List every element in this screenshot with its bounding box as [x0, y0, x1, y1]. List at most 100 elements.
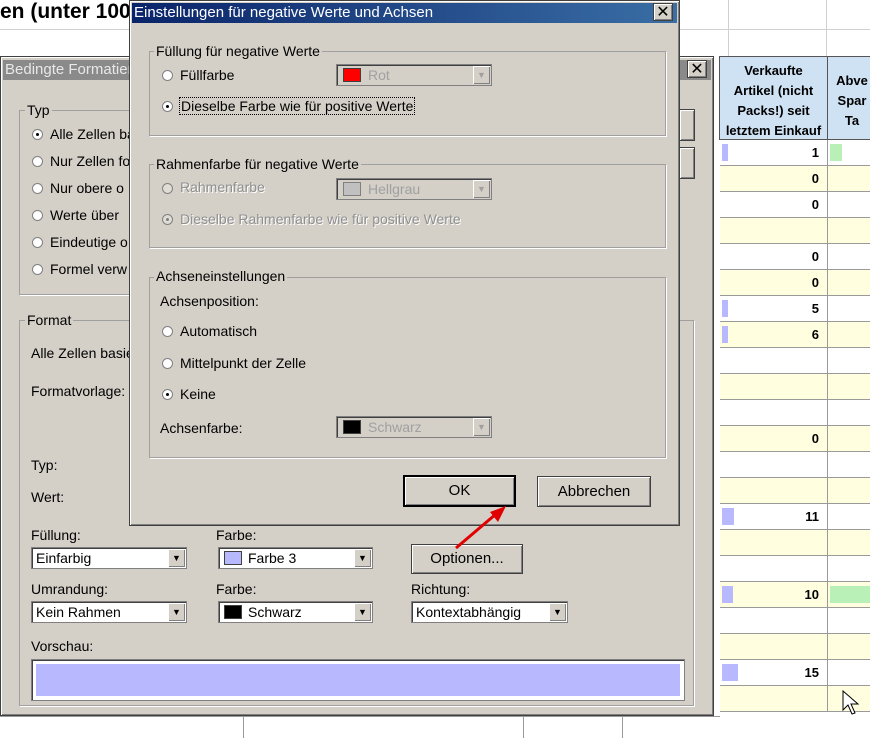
sheet-cell[interactable]: [828, 296, 870, 322]
data-bar: [722, 586, 733, 603]
chevron-down-icon[interactable]: ▼: [473, 66, 490, 84]
sheet-cell[interactable]: 0: [720, 192, 828, 218]
sheet-cell[interactable]: [828, 530, 870, 556]
type-group-label: Typ: [25, 102, 52, 118]
fill-color-select[interactable]: Rot ▼: [336, 64, 492, 86]
sheet-cell[interactable]: [720, 400, 828, 426]
chevron-down-icon[interactable]: ▼: [354, 603, 371, 621]
cell-value: 0: [811, 197, 819, 212]
axis-color-select[interactable]: Schwarz ▼: [336, 416, 492, 438]
header-line: letztem Einkauf: [725, 123, 822, 138]
data-bar: [830, 586, 870, 603]
type-radio-all-cells[interactable]: [32, 129, 43, 140]
umrandung-select[interactable]: Kein Rahmen ▼: [31, 601, 187, 623]
same-border-color-radio[interactable]: [162, 214, 173, 225]
sheet-cell[interactable]: [828, 322, 870, 348]
sheet-cell[interactable]: [828, 400, 870, 426]
vorschau-label: Vorschau:: [31, 638, 94, 654]
chevron-down-icon[interactable]: ▼: [473, 180, 490, 198]
sheet-cell[interactable]: [828, 634, 870, 660]
sheet-cell[interactable]: [828, 660, 870, 686]
header-line: Verkaufte: [744, 63, 803, 78]
chevron-down-icon[interactable]: ▼: [549, 603, 566, 621]
richtung-select[interactable]: Kontextabhängig ▼: [411, 601, 568, 623]
farbe2-select[interactable]: Schwarz ▼: [218, 601, 373, 623]
axis-midpoint-radio[interactable]: [162, 358, 173, 369]
sheet-cell[interactable]: [828, 504, 870, 530]
sheet-cell[interactable]: [828, 452, 870, 478]
chevron-down-icon[interactable]: ▼: [168, 549, 185, 567]
fuellung-select[interactable]: Einfarbig ▼: [31, 547, 187, 569]
sheet-cell[interactable]: 0: [720, 166, 828, 192]
close-icon[interactable]: ✕: [687, 60, 707, 78]
type-radio-formula[interactable]: [32, 264, 43, 275]
format-description: Alle Zellen basie: [31, 345, 134, 361]
sheet-cell[interactable]: [828, 426, 870, 452]
sheet-cell[interactable]: [720, 348, 828, 374]
format-group-label: Format: [25, 312, 74, 328]
sheet-cell[interactable]: 0: [720, 426, 828, 452]
sheet-cell[interactable]: [828, 166, 870, 192]
fill-color-value: Rot: [368, 67, 390, 83]
sheet-cell[interactable]: [720, 530, 828, 556]
axis-none-radio[interactable]: [162, 389, 173, 400]
sheet-cell[interactable]: 6: [720, 322, 828, 348]
sheet-cell[interactable]: [720, 478, 828, 504]
border-color-radio[interactable]: [162, 183, 173, 194]
sheet-cell[interactable]: 0: [720, 244, 828, 270]
type-radio-top[interactable]: [32, 183, 43, 194]
axis-midpoint-label: Mittelpunkt der Zelle: [180, 355, 307, 371]
negative-values-axis-dialog: Einstellungen für negative Werte und Ach…: [129, 0, 680, 526]
farbe1-select[interactable]: Farbe 3 ▼: [218, 547, 373, 569]
fuellung-label: Füllung:: [31, 527, 81, 543]
sheet-cell[interactable]: [828, 140, 870, 166]
sheet-cell[interactable]: 10: [720, 582, 828, 608]
type-radio-unique[interactable]: [32, 237, 43, 248]
sheet-cell[interactable]: [720, 452, 828, 478]
sheet-cell[interactable]: [828, 582, 870, 608]
preview-box: [31, 659, 685, 701]
color-swatch: [224, 551, 242, 565]
sheet-cell[interactable]: [720, 556, 828, 582]
column-header-abverkauf: Abve Spar Ta: [827, 56, 870, 140]
sheet-cell[interactable]: [720, 686, 828, 712]
sheet-cell[interactable]: [720, 634, 828, 660]
fill-color-radio[interactable]: [162, 70, 173, 81]
richtung-value: Kontextabhängig: [416, 604, 522, 620]
sheet-cell[interactable]: [828, 374, 870, 400]
hidden-button[interactable]: [679, 109, 695, 141]
chevron-down-icon[interactable]: ▼: [354, 549, 371, 567]
sheet-cell[interactable]: [828, 348, 870, 374]
close-icon[interactable]: ✕: [653, 3, 673, 21]
header-line: Spar: [837, 93, 867, 108]
wert-label: Wert:: [31, 489, 65, 505]
sheet-cell[interactable]: 15: [720, 660, 828, 686]
sheet-cell[interactable]: [828, 192, 870, 218]
sheet-cell[interactable]: [720, 608, 828, 634]
chevron-down-icon[interactable]: ▼: [168, 603, 185, 621]
sheet-cell[interactable]: [828, 218, 870, 244]
border-color-select[interactable]: Hellgrau ▼: [336, 178, 492, 200]
sheet-cell[interactable]: 0: [720, 270, 828, 296]
axis-automatic-radio[interactable]: [162, 326, 173, 337]
sheet-cell[interactable]: [720, 218, 828, 244]
cell-value: 10: [804, 587, 819, 602]
sheet-cell[interactable]: [828, 244, 870, 270]
chevron-down-icon[interactable]: ▼: [473, 418, 490, 436]
sheet-cell[interactable]: 11: [720, 504, 828, 530]
type-radio-only-cells[interactable]: [32, 156, 43, 167]
type-option-label: Alle Zellen ba: [50, 126, 135, 142]
type-radio-above[interactable]: [32, 210, 43, 221]
sheet-cell[interactable]: 5: [720, 296, 828, 322]
farbe2-value: Schwarz: [248, 604, 302, 620]
richtung-label: Richtung:: [411, 581, 471, 597]
same-fill-color-radio[interactable]: [162, 101, 173, 112]
sheet-cell[interactable]: [828, 270, 870, 296]
sheet-cell[interactable]: [828, 478, 870, 504]
sheet-cell[interactable]: [828, 608, 870, 634]
sheet-cell[interactable]: 1: [720, 140, 828, 166]
cancel-button[interactable]: Abbrechen: [537, 476, 651, 507]
sheet-cell[interactable]: [720, 374, 828, 400]
sheet-cell[interactable]: [828, 556, 870, 582]
hidden-button[interactable]: [679, 147, 695, 179]
